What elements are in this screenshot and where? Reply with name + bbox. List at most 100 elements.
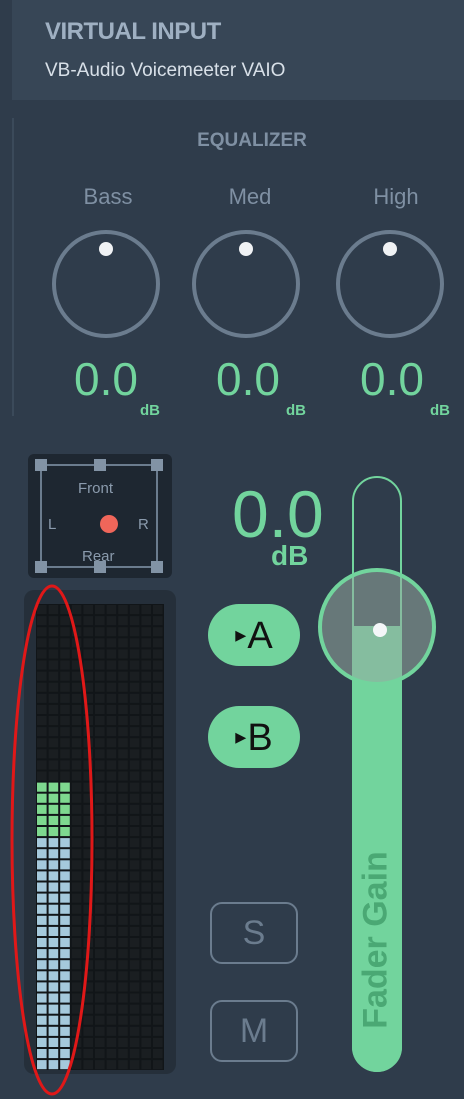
meter-cell — [37, 838, 47, 848]
meter-cell — [118, 849, 128, 859]
pan-position-dot[interactable] — [100, 515, 118, 533]
meter-cell — [129, 693, 140, 703]
meter-cell — [141, 838, 151, 848]
meter-cell — [71, 1049, 82, 1059]
meter-cell — [129, 660, 140, 670]
meter-cell — [48, 793, 59, 803]
meter-cell — [37, 926, 47, 936]
meter-cell — [153, 982, 163, 992]
med-value: 0.0 — [216, 353, 280, 405]
knob-indicator-dot — [383, 242, 397, 256]
meter-cell — [37, 860, 47, 870]
meter-cell — [48, 926, 59, 936]
meter-cell — [106, 1049, 117, 1059]
meter-cell — [37, 716, 47, 726]
meter-cell — [48, 782, 59, 792]
meter-cell — [106, 704, 117, 714]
meter-cell — [141, 616, 151, 626]
meter-cell — [129, 915, 140, 925]
route-a-button[interactable]: ▸A — [208, 604, 300, 666]
meter-cell — [153, 793, 163, 803]
fader-knob[interactable] — [318, 568, 436, 686]
pan-edge-handle[interactable] — [94, 459, 106, 471]
meter-cell — [83, 727, 93, 737]
meter-cell — [153, 1004, 163, 1014]
meter-cell — [48, 882, 59, 892]
meter-cell — [60, 893, 70, 903]
meter-cell — [95, 1015, 105, 1025]
meter-cell — [141, 904, 151, 914]
meter-cell — [95, 893, 105, 903]
meter-cell — [153, 682, 163, 692]
meter-cell — [118, 1015, 128, 1025]
meter-cell — [83, 904, 93, 914]
meter-cell — [153, 738, 163, 748]
meter-cell — [60, 771, 70, 781]
meter-cell — [48, 860, 59, 870]
med-knob[interactable] — [192, 230, 300, 338]
device-name[interactable]: VB-Audio Voicemeeter VAIO — [45, 60, 285, 82]
meter-cell — [153, 1026, 163, 1036]
meter-cell — [106, 915, 117, 925]
pan-corner-handle[interactable] — [35, 459, 47, 471]
strip-title: VIRTUAL INPUT — [45, 18, 221, 45]
meter-cell — [118, 782, 128, 792]
meter-cell — [60, 971, 70, 981]
meter-cell — [37, 782, 47, 792]
meter-cell — [106, 838, 117, 848]
meter-cell — [106, 1060, 117, 1070]
meter-cell — [37, 660, 47, 670]
mute-button[interactable]: M — [210, 1000, 298, 1062]
meter-cell — [118, 605, 128, 615]
meter-cell — [129, 815, 140, 825]
meter-cell — [71, 1060, 82, 1070]
meter-cell — [83, 760, 93, 770]
meter-cell — [129, 771, 140, 781]
meter-cell — [129, 860, 140, 870]
bass-knob[interactable] — [52, 230, 160, 338]
high-knob[interactable] — [336, 230, 444, 338]
meter-cell — [153, 704, 163, 714]
pan-corner-handle[interactable] — [35, 561, 47, 573]
meter-cell — [153, 1037, 163, 1047]
meter-cell — [48, 971, 59, 981]
meter-cell — [118, 893, 128, 903]
meter-cell — [106, 760, 117, 770]
meter-cell — [106, 926, 117, 936]
bass-value: 0.0 — [74, 353, 138, 405]
meter-cell — [141, 682, 151, 692]
meter-cell — [153, 960, 163, 970]
meter-cell — [118, 716, 128, 726]
meter-cell — [37, 1004, 47, 1014]
meter-cell — [153, 993, 163, 1003]
solo-button[interactable]: S — [210, 902, 298, 964]
meter-cell — [118, 993, 128, 1003]
meter-cell — [95, 605, 105, 615]
meter-cell — [48, 1049, 59, 1059]
pan-corner-handle[interactable] — [151, 561, 163, 573]
pan-pad[interactable]: Front Rear L R — [28, 454, 172, 578]
meter-cell — [37, 804, 47, 814]
meter-cell — [129, 960, 140, 970]
meter-cell — [60, 860, 70, 870]
meter-cell — [141, 827, 151, 837]
meter-cell — [60, 838, 70, 848]
meter-cell — [48, 849, 59, 859]
route-b-button[interactable]: ▸B — [208, 706, 300, 768]
meter-cell — [118, 926, 128, 936]
meter-cell — [48, 649, 59, 659]
meter-cell — [153, 938, 163, 948]
meter-cell — [106, 882, 117, 892]
pan-corner-handle[interactable] — [151, 459, 163, 471]
meter-cell — [95, 849, 105, 859]
meter-cell — [95, 982, 105, 992]
meter-cell — [37, 1049, 47, 1059]
high-value: 0.0 — [360, 353, 424, 405]
meter-cell — [83, 815, 93, 825]
meter-cell — [83, 671, 93, 681]
level-meter-grid — [37, 605, 163, 1070]
meter-cell — [37, 682, 47, 692]
meter-cell — [83, 1060, 93, 1070]
meter-cell — [153, 849, 163, 859]
pan-area[interactable]: Front Rear L R — [35, 459, 163, 573]
